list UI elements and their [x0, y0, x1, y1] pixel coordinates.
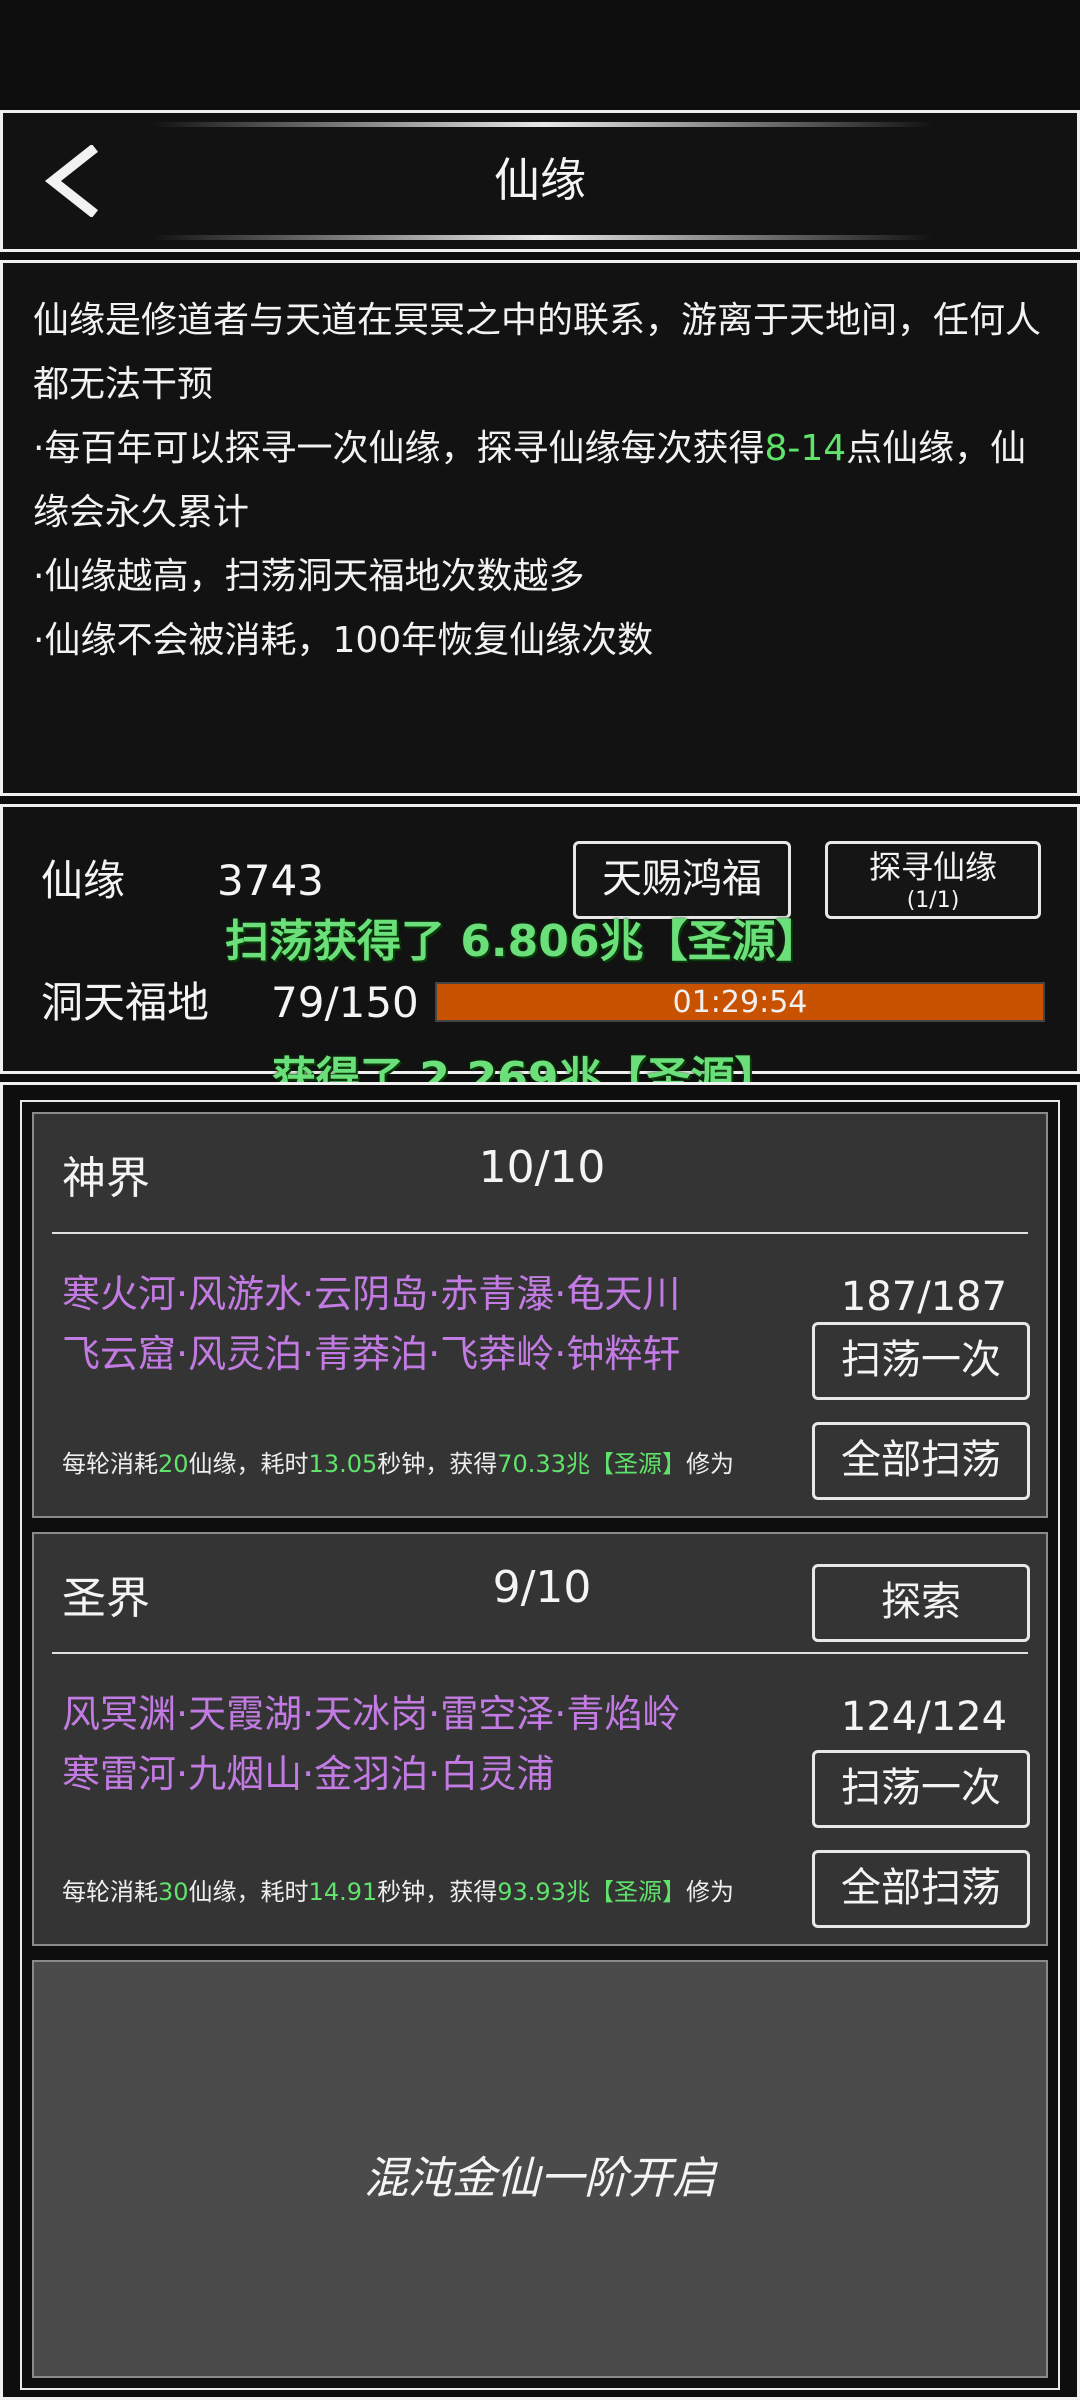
desc-line: ·仙缘越高，扫荡洞天福地次数越多	[33, 556, 585, 597]
cost-info: 每轮消耗20仙缘，耗时13.05秒钟，获得70.33兆【圣源】修为	[62, 1450, 734, 1478]
sweep-count: 187/187	[840, 1274, 1008, 1320]
reward-popup: 扫荡获得了 6.806兆【圣源】	[225, 916, 820, 967]
realm-card-shenjie: 神界 10/10 寒火河·风游水·云阴岛·赤青瀑·龟天川 飞云窟·风灵泊·青莽泊…	[32, 1112, 1048, 1518]
desc-line: ·仙缘不会被消耗，100年恢复仙缘次数	[33, 620, 654, 661]
realm-card-shengjie: 圣界 9/10 探索 风冥渊·天霞湖·天冰岗·雷空泽·青焰岭 寒雷河·九烟山·金…	[32, 1532, 1048, 1946]
timer-bar: 01:29:54	[435, 982, 1045, 1022]
page-title: 仙缘	[494, 153, 586, 207]
place-list: 寒火河·风游水·云阴岛·赤青瀑·龟天川 飞云窟·风灵泊·青莽泊·飞莽岭·钟粹轩	[62, 1272, 681, 1376]
divider	[52, 1232, 1028, 1234]
sweep-once-button[interactable]: 扫荡一次	[812, 1322, 1030, 1400]
stats-panel: 仙缘 3743 天赐鸿福 探寻仙缘 (1/1) 洞天福地 79/150 01:2…	[0, 804, 1080, 1074]
desc-line: ·每百年可以探寻一次仙缘，探寻仙缘每次获得8-14点仙缘，仙缘会永久累计	[33, 428, 1027, 533]
xianyuan-value: 3743	[217, 856, 324, 905]
decor-line	[153, 235, 933, 240]
dongtian-value: 79/150	[271, 978, 419, 1027]
sweep-all-button[interactable]: 全部扫荡	[812, 1850, 1030, 1928]
locked-realm-card: 混沌金仙一阶开启	[32, 1960, 1048, 2378]
dongtian-label: 洞天福地	[41, 978, 210, 1027]
desc-line: 仙缘是修道者与天道在冥冥之中的联系，游离于天地间，任何人都无法干预	[33, 300, 1042, 405]
realm-progress: 10/10	[478, 1142, 606, 1193]
explore-xianyuan-button[interactable]: 探寻仙缘 (1/1)	[825, 841, 1041, 919]
sweep-once-button[interactable]: 扫荡一次	[812, 1750, 1030, 1828]
divider	[52, 1652, 1028, 1654]
place-list: 风冥渊·天霞湖·天冰岗·雷空泽·青焰岭 寒雷河·九烟山·金羽泊·白灵浦	[62, 1692, 681, 1796]
sweep-count: 124/124	[840, 1694, 1008, 1740]
xianyuan-label: 仙缘	[41, 856, 126, 905]
explore-button[interactable]: 探索	[812, 1564, 1030, 1642]
unlock-hint: 混沌金仙一阶开启	[364, 2153, 716, 2204]
top-bar: 仙缘	[0, 110, 1080, 252]
decor-line	[153, 122, 933, 127]
description-panel: 仙缘是修道者与天道在冥冥之中的联系，游离于天地间，任何人都无法干预 ·每百年可以…	[0, 260, 1080, 796]
sweep-all-button[interactable]: 全部扫荡	[812, 1422, 1030, 1500]
cost-info: 每轮消耗30仙缘，耗时14.91秒钟，获得93.93兆【圣源】修为	[62, 1878, 734, 1906]
